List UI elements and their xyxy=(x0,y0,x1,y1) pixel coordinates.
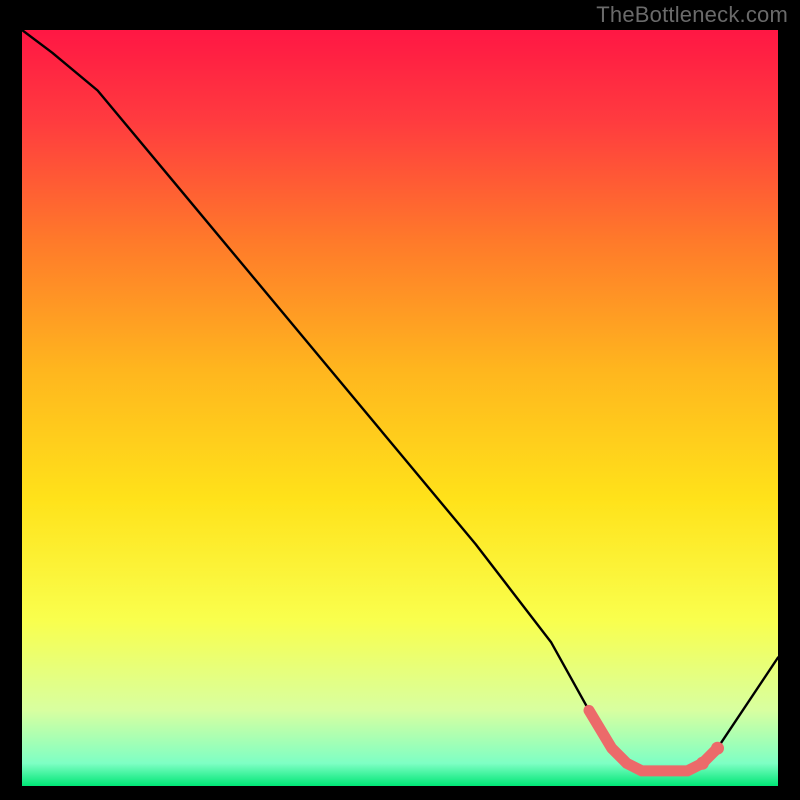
gradient-background xyxy=(22,30,778,786)
chart-stage: TheBottleneck.com xyxy=(0,0,800,800)
optimal-dot xyxy=(696,757,709,770)
watermark-text: TheBottleneck.com xyxy=(596,2,788,28)
optimal-dot xyxy=(711,742,724,755)
bottleneck-chart xyxy=(22,30,778,786)
